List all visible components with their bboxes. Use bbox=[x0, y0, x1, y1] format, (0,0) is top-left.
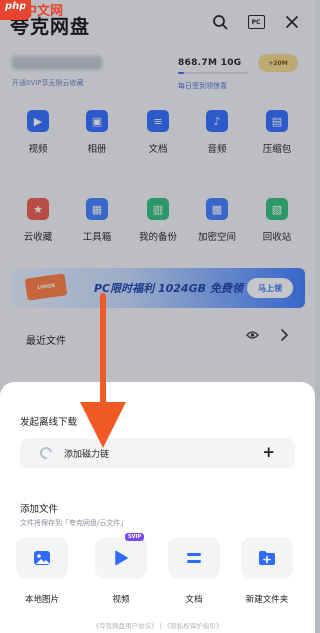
add-magnet-link-button[interactable]: 添加磁力链 + bbox=[20, 438, 295, 468]
magnet-link-icon bbox=[37, 444, 55, 462]
tile-document[interactable]: 文档 bbox=[166, 537, 222, 605]
tile-label: 新建文件夹 bbox=[245, 595, 289, 605]
photo-icon bbox=[16, 537, 68, 579]
new-folder-icon bbox=[241, 537, 293, 579]
tile-label: 文档 bbox=[185, 595, 203, 605]
tile-label: 视频 bbox=[112, 595, 130, 605]
svip-badge: SVIP bbox=[125, 533, 144, 541]
tile-video[interactable]: SVIP 视频 bbox=[93, 533, 149, 605]
add-file-subtitle: 文件将保存到「夸克网盘/云文件」 bbox=[20, 519, 128, 527]
tile-new-folder[interactable]: 新建文件夹 bbox=[239, 537, 295, 605]
magnet-link-label: 添加磁力链 bbox=[64, 450, 110, 460]
legal-links[interactable]: 《夸克网盘用户协议》 | 《隐私权保护指引》 bbox=[0, 620, 315, 630]
offline-download-title: 发起离线下载 bbox=[20, 417, 78, 428]
tile-local-image[interactable]: 本地图片 bbox=[14, 537, 70, 605]
plus-icon: + bbox=[262, 443, 275, 461]
watermark-text: 中文网 bbox=[24, 4, 64, 19]
document-icon bbox=[168, 537, 220, 579]
add-file-title: 添加文件 bbox=[20, 504, 59, 515]
play-icon: SVIP bbox=[95, 533, 147, 579]
add-bottom-sheet: 发起离线下载 添加磁力链 + 添加文件 文件将保存到「夸克网盘/云文件」 本地图… bbox=[0, 382, 315, 633]
tile-label: 本地图片 bbox=[24, 595, 59, 605]
